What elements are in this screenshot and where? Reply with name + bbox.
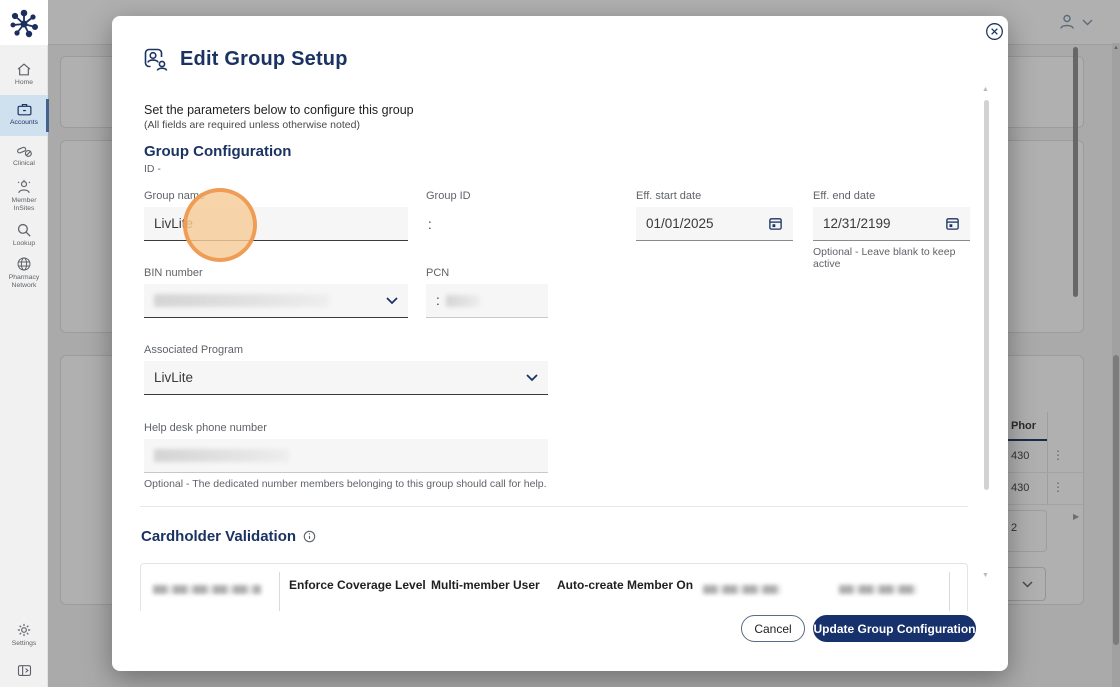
redacted-id-value	[165, 163, 224, 175]
redacted-column-header	[839, 585, 917, 594]
table-header-enforce-coverage-level: Enforce Coverage Level	[289, 578, 426, 592]
redacted-column-header	[703, 585, 781, 594]
gear-icon	[16, 622, 32, 638]
cardholder-validation-table: Enforce Coverage Level Multi-member User…	[140, 563, 968, 611]
eff-start-date-label: Eff. start date	[636, 190, 702, 202]
group-config-id: ID -	[144, 163, 224, 175]
calendar-icon[interactable]	[768, 216, 783, 231]
redacted-bin-value	[154, 294, 329, 307]
group-setup-icon	[142, 46, 169, 73]
sidebar-item-pharmacy-network[interactable]: Pharmacy Network	[0, 252, 48, 294]
pcn-field: PCN :	[426, 267, 548, 318]
home-icon	[16, 62, 32, 77]
dialog-subtitle: Set the parameters below to configure th…	[144, 103, 414, 117]
dialog-note: (All fields are required unless otherwis…	[144, 119, 360, 131]
cancel-button[interactable]: Cancel	[741, 615, 805, 642]
help-desk-phone-input[interactable]	[144, 439, 548, 473]
sidebar-item-home[interactable]: Home	[0, 58, 48, 91]
help-desk-phone-field: Help desk phone number Optional - The de…	[144, 422, 548, 490]
pcn-label: PCN	[426, 267, 450, 279]
modal-scrollbar-thumb[interactable]	[984, 100, 989, 490]
bin-number-label: BIN number	[144, 267, 203, 279]
member-icon	[16, 179, 32, 195]
section-heading-cardholder-validation-row: Cardholder Validation	[141, 528, 316, 545]
edit-group-setup-dialog: Edit Group Setup Set the parameters belo…	[112, 16, 1008, 671]
search-icon	[16, 222, 32, 238]
eff-start-date-field: Eff. start date 01/01/2025	[636, 190, 793, 241]
section-divider	[140, 506, 968, 507]
close-icon[interactable]	[984, 22, 1004, 42]
modal-scroll-down-icon[interactable]: ▼	[982, 572, 989, 579]
group-name-label: Group name	[144, 190, 206, 202]
pcn-input[interactable]: :	[426, 284, 548, 318]
dialog-title: Edit Group Setup	[180, 48, 348, 70]
eff-end-date-label: Eff. end date	[813, 190, 876, 202]
group-id-field: Group ID :	[426, 190, 576, 241]
app-logo[interactable]	[0, 0, 48, 45]
table-header-multi-member-user: Multi-member User	[431, 578, 540, 592]
bin-number-field: BIN number	[144, 267, 408, 318]
help-desk-phone-helper: Optional - The dedicated number members …	[144, 478, 547, 490]
redacted-phone-value	[154, 449, 289, 462]
dialog-title-row: Edit Group Setup	[142, 46, 348, 73]
sidebar-item-clinical[interactable]: Clinical	[0, 140, 48, 172]
group-id-label: Group ID	[426, 190, 471, 202]
group-id-value: :	[426, 207, 576, 241]
eff-end-date-field: Eff. end date 12/31/2199 Optional - Leav…	[813, 190, 970, 270]
sidebar-item-lookup[interactable]: Lookup	[0, 218, 48, 252]
sidebar-item-accounts[interactable]: Accounts	[0, 95, 49, 136]
redacted-column-header	[153, 585, 261, 594]
section-heading-group-configuration: Group Configuration	[144, 143, 292, 160]
sidebar-item-member-insites[interactable]: Member InSites	[0, 175, 48, 217]
associated-program-field: Associated Program LivLite	[144, 344, 548, 395]
update-group-configuration-button[interactable]: Update Group Configuration	[813, 615, 976, 642]
help-desk-phone-label: Help desk phone number	[144, 422, 267, 434]
bin-number-select[interactable]	[144, 284, 408, 318]
info-icon[interactable]	[303, 530, 316, 543]
group-name-input[interactable]: LivLite	[144, 207, 408, 241]
redacted-pcn-value	[445, 294, 480, 307]
associated-program-label: Associated Program	[144, 344, 244, 356]
table-header-auto-create-member-on: Auto-create Member On	[557, 578, 694, 592]
briefcase-icon	[16, 102, 33, 117]
pills-icon	[16, 144, 33, 158]
eff-start-date-input[interactable]: 01/01/2025	[636, 207, 793, 241]
sidebar-collapse-button[interactable]	[0, 660, 48, 681]
sidebar: Home Accounts Clinical Member InSites Lo…	[0, 0, 49, 687]
chevron-down-icon	[386, 296, 398, 305]
eff-end-date-input[interactable]: 12/31/2199	[813, 207, 970, 241]
logo-icon	[10, 9, 38, 37]
calendar-icon[interactable]	[945, 216, 960, 231]
eff-end-date-helper: Optional - Leave blank to keep active	[813, 246, 956, 270]
sidebar-item-settings[interactable]: Settings	[0, 618, 48, 652]
redacted-group-id	[437, 217, 526, 231]
globe-icon	[16, 256, 32, 272]
modal-scroll-up-icon[interactable]: ▲	[982, 86, 989, 93]
section-heading-cardholder-validation: Cardholder Validation	[141, 528, 297, 545]
chevron-down-icon	[526, 373, 538, 382]
collapse-panel-icon	[17, 664, 32, 677]
associated-program-select[interactable]: LivLite	[144, 361, 548, 395]
group-name-field: Group name LivLite	[144, 190, 408, 241]
